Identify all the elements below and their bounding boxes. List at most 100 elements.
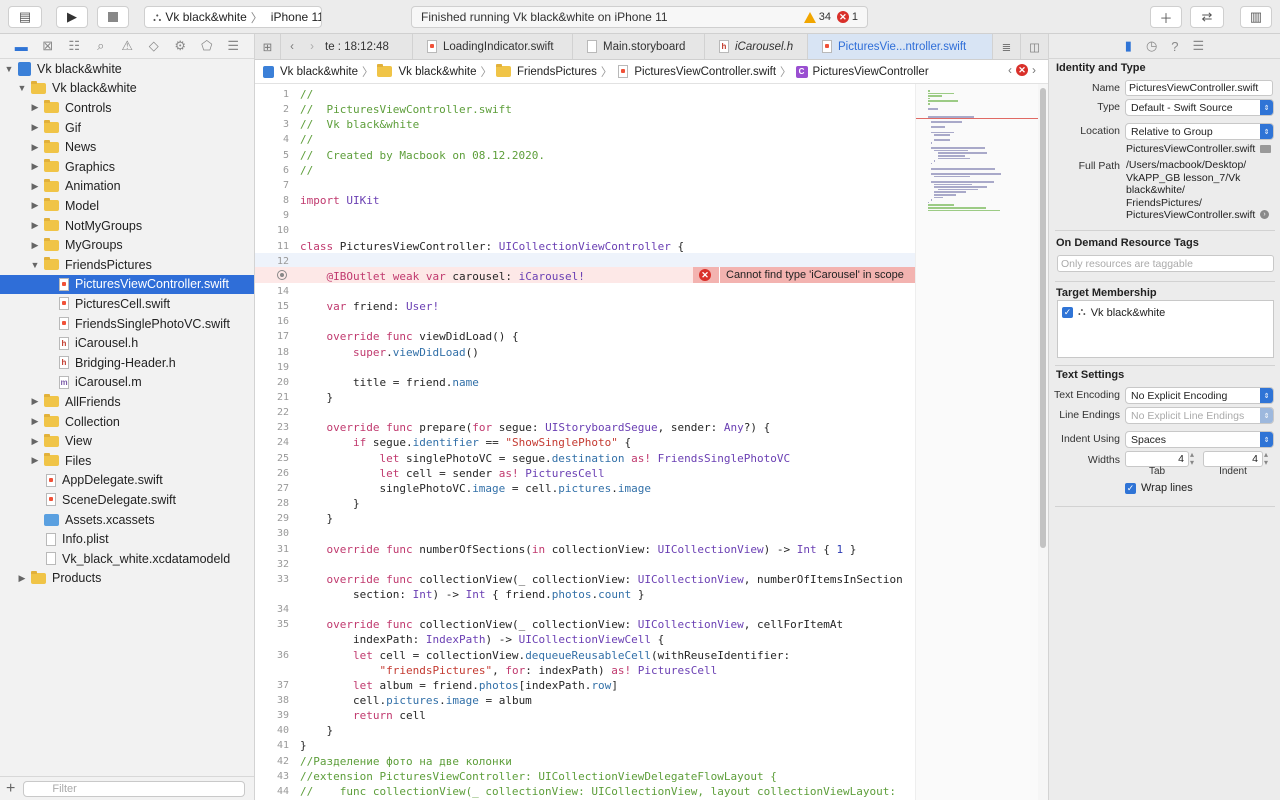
navigator-file-row[interactable]: m iCarousel.m [0, 373, 254, 393]
disclosure-closed-icon[interactable]: ▶ [30, 181, 40, 192]
error-icon[interactable]: ✕ [1016, 64, 1028, 76]
add-library-button[interactable]: ＋ [1150, 6, 1182, 28]
disclosure-closed-icon[interactable]: ▶ [30, 396, 40, 407]
checkbox-checked-icon[interactable]: ✓ [1125, 482, 1136, 494]
toggle-inspector-button[interactable]: ▥ [1240, 6, 1272, 28]
location-popup[interactable]: Relative to Group ⇕ [1125, 123, 1274, 140]
code-review-button[interactable]: ⇄ [1190, 6, 1224, 28]
breakpoint-icon[interactable]: ⬠ [194, 38, 221, 54]
tab-width-field[interactable]: 4 [1125, 451, 1189, 467]
name-field[interactable]: PicturesViewController.swift [1125, 80, 1273, 96]
navigator-file-row[interactable]: h Bridging-Header.h [0, 353, 254, 373]
run-button[interactable]: ▶ [56, 6, 88, 28]
navigator-file-row[interactable]: PicturesCell.swift [0, 294, 254, 314]
chevron-right-icon[interactable]: › [1032, 63, 1036, 77]
navigator-file-row[interactable]: Info.plist [0, 529, 254, 549]
navigator-group-row[interactable]: ▼ FriendsPictures [0, 255, 254, 275]
wrap-lines-row[interactable]: ✓ Wrap lines [1125, 482, 1193, 494]
disclosure-closed-icon[interactable]: ▶ [30, 436, 40, 447]
tab-overview-button[interactable]: ⊞ [255, 34, 281, 59]
navigator-group-row[interactable]: ▶ Gif [0, 118, 254, 138]
jump-bar-crumb[interactable]: Vk black&white [377, 64, 476, 78]
navigator-file-row[interactable]: Assets.xcassets [0, 510, 254, 530]
navigator-group-row[interactable]: ▶ Animation [0, 177, 254, 197]
navigator-file-row[interactable]: FriendsSinglePhotoVC.swift [0, 314, 254, 334]
debug-icon[interactable]: ⚙ [167, 38, 194, 54]
disclosure-closed-icon[interactable]: ▶ [30, 102, 40, 113]
symbol-icon[interactable]: ☷ [61, 38, 88, 54]
disclosure-closed-icon[interactable]: ▶ [17, 573, 27, 584]
editor-tab[interactable]: te : 18:12:48 [321, 34, 413, 59]
source-control-icon[interactable]: ⊠ [35, 38, 62, 54]
navigator-group-row[interactable]: ▼ Vk black&white [0, 59, 254, 79]
navigator-group-row[interactable]: ▶ Graphics [0, 157, 254, 177]
target-row[interactable]: ✓ ⛬ Vk black&white [1062, 306, 1165, 319]
editor-tab[interactable]: h iCarousel.h [705, 34, 808, 59]
error-indicator[interactable]: ✕ 1 [836, 11, 858, 23]
filter-input[interactable]: Filter [23, 780, 246, 797]
navigator-group-row[interactable]: ▶ View [0, 431, 254, 451]
vertical-scrollbar[interactable] [1038, 84, 1048, 800]
navigator-group-row[interactable]: ▼ Vk black&white [0, 79, 254, 99]
chevron-left-icon[interactable]: ‹ [1008, 63, 1012, 77]
navigator-group-row[interactable]: ▶ MyGroups [0, 235, 254, 255]
indent-using-popup[interactable]: Spaces ⇕ [1125, 431, 1274, 448]
toggle-navigator-button[interactable]: ▤ [8, 6, 42, 28]
source-editor[interactable]: 1 2 3 4 5 6 7 8 9 10 11 12 14 15 16 17 18 19 20 21 22 23 24 25 2… [255, 84, 915, 800]
back-button[interactable]: ‹ [281, 34, 303, 59]
disclosure-open-icon[interactable]: ▼ [30, 260, 40, 270]
disclosure-open-icon[interactable]: ▼ [17, 83, 27, 93]
tab-stepper[interactable]: ▴ ▾ [1190, 451, 1194, 467]
disclosure-closed-icon[interactable]: ▶ [30, 455, 40, 466]
reveal-arrow-icon[interactable]: › [1260, 210, 1269, 219]
help-icon[interactable]: ? [1171, 39, 1178, 54]
navigator-group-row[interactable]: ▶ Products [0, 569, 254, 589]
navigator-group-row[interactable]: ▶ AllFriends [0, 392, 254, 412]
history-icon[interactable]: ◷ [1146, 38, 1157, 54]
search-icon[interactable]: ⌕ [88, 38, 115, 54]
editor-tab[interactable]: LoadingIndicator.swift [413, 34, 573, 59]
folder-icon[interactable]: ▬ [8, 39, 35, 54]
navigator-group-row[interactable]: ▶ Files [0, 451, 254, 471]
scroll-thumb[interactable] [1040, 88, 1046, 548]
scheme-selector[interactable]: ⛬ Vk black&white 〉 iPhone 11 [144, 6, 322, 28]
navigator-file-row[interactable]: Vk_black_white.xcdatamodeld [0, 549, 254, 569]
jump-bar-crumb[interactable]: FriendsPictures [495, 64, 597, 78]
editor-options-button[interactable]: ≣ [993, 34, 1021, 59]
minimap[interactable] [915, 84, 1038, 800]
file-icon[interactable]: ▮ [1125, 38, 1132, 54]
disclosure-closed-icon[interactable]: ▶ [30, 220, 40, 231]
navigator-group-row[interactable]: ▶ Model [0, 196, 254, 216]
navigator-group-row[interactable]: ▶ NotMyGroups [0, 216, 254, 236]
editor-tab[interactable]: PicturesVie...ntroller.swift [808, 34, 993, 59]
report-icon[interactable]: ☰ [220, 38, 247, 54]
jump-bar-crumb[interactable]: PicturesViewController.swift [616, 65, 776, 78]
folder-icon[interactable] [1260, 145, 1271, 153]
checkbox-checked-icon[interactable]: ✓ [1062, 307, 1073, 318]
issue-icon[interactable]: ⚠ [114, 38, 141, 54]
disclosure-closed-icon[interactable]: ▶ [30, 416, 40, 427]
navigator-file-row[interactable]: PicturesViewController.swift [0, 274, 254, 295]
disclosure-closed-icon[interactable]: ▶ [30, 161, 40, 172]
navigator-group-row[interactable]: ▶ Collection [0, 412, 254, 432]
navigator-file-row[interactable]: h iCarousel.h [0, 333, 254, 353]
test-icon[interactable]: ◇ [141, 38, 168, 54]
disclosure-open-icon[interactable]: ▼ [4, 64, 14, 74]
disclosure-closed-icon[interactable]: ▶ [30, 200, 40, 211]
editor-tab[interactable]: Main.storyboard [573, 34, 705, 59]
navigator-group-row[interactable]: ▶ News [0, 137, 254, 157]
add-editor-button[interactable]: ◫ [1021, 34, 1048, 59]
type-popup[interactable]: Default - Swift Source ⇕ [1125, 99, 1274, 116]
add-file-icon[interactable]: + [6, 780, 15, 798]
disclosure-closed-icon[interactable]: ▶ [30, 142, 40, 153]
warning-indicator[interactable]: 34 [803, 11, 831, 23]
disclosure-closed-icon[interactable]: ▶ [30, 122, 40, 133]
indent-stepper[interactable]: ▴ ▾ [1264, 451, 1268, 467]
navigator-group-row[interactable]: ▶ Controls [0, 98, 254, 118]
jump-bar-crumb[interactable]: C PicturesViewController [795, 65, 929, 78]
stop-button[interactable] [97, 6, 129, 28]
disclosure-closed-icon[interactable]: ▶ [30, 240, 40, 251]
encoding-popup[interactable]: No Explicit Encoding ⇕ [1125, 387, 1274, 404]
jump-bar-crumb[interactable]: Vk black&white [263, 65, 358, 78]
forward-button[interactable]: › [303, 34, 321, 59]
